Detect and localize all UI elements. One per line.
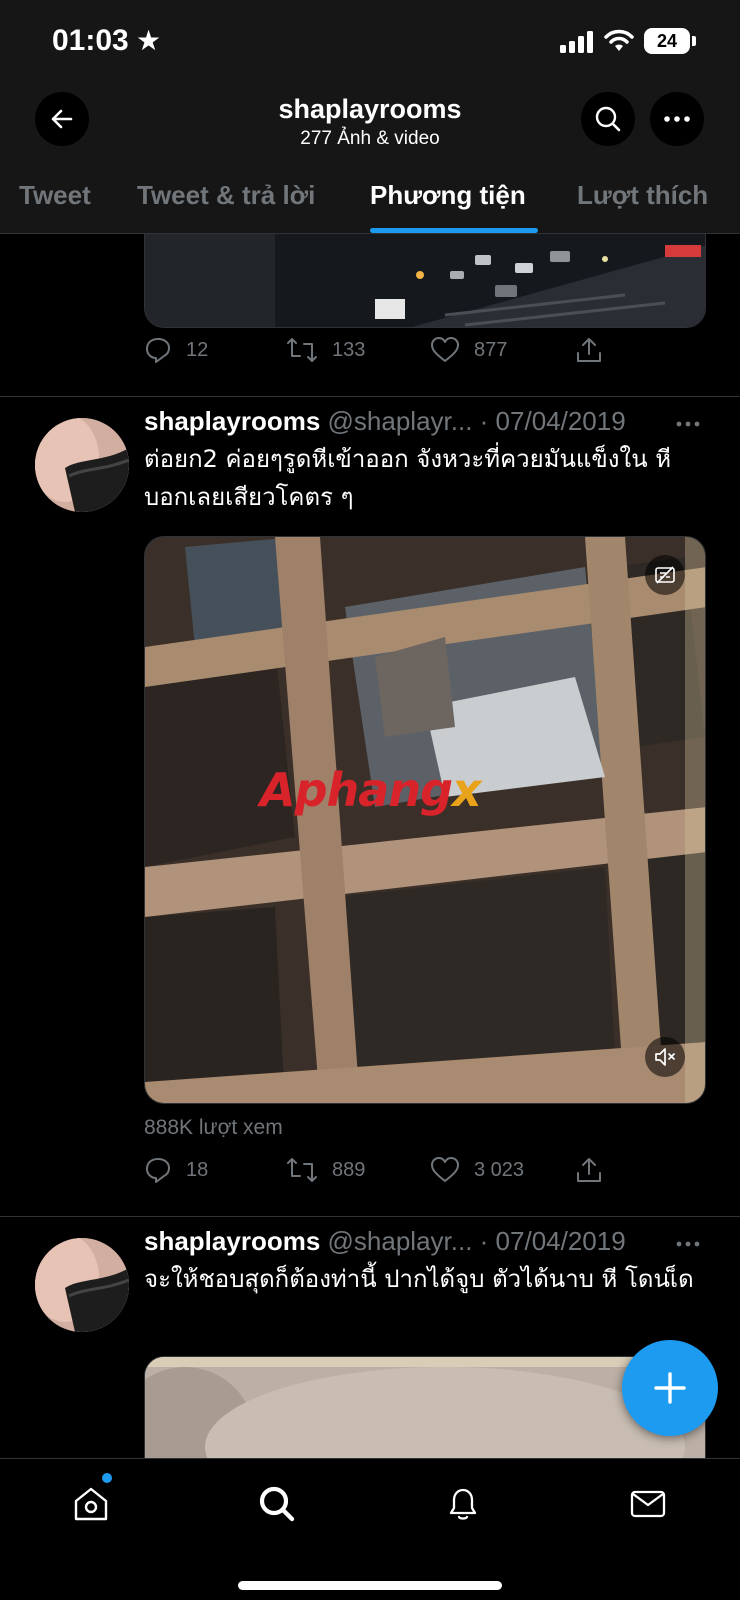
captions-off-icon <box>655 566 675 584</box>
tab-tweets-replies[interactable]: Tweet & trả lời <box>137 180 315 211</box>
bell-icon <box>449 1488 477 1520</box>
like-button[interactable]: 877 <box>430 336 507 364</box>
home-icon <box>74 1487 108 1521</box>
avatar[interactable] <box>35 418 129 512</box>
watermark-part1: Aphang <box>260 763 453 817</box>
home-indicator-bar[interactable] <box>238 1581 502 1590</box>
tweet-image[interactable] <box>144 234 706 328</box>
reply-button[interactable]: 18 <box>144 1156 208 1184</box>
battery-indicator: 24 <box>644 28 690 54</box>
more-horizontal-icon <box>676 421 700 427</box>
tweet-text: ต่อยก2 ค่อยๆรูดหีเข้าออก จังหวะที่ควยมัน… <box>144 445 672 511</box>
compose-tweet-button[interactable] <box>622 1340 718 1436</box>
profile-tabs: Tweet Tweet & trả lời Phương tiện Lượt t… <box>0 158 740 234</box>
tweet-header: shaplayrooms @shaplayr... · 07/04/2019 <box>144 1226 626 1257</box>
search-icon <box>259 1486 295 1522</box>
search-button[interactable] <box>581 92 635 146</box>
retweet-icon <box>287 338 317 362</box>
video-frame <box>145 537 705 1103</box>
captions-button[interactable] <box>645 555 685 595</box>
author-handle: @shaplayr... <box>327 1226 473 1256</box>
nav-notifications[interactable] <box>440 1481 486 1527</box>
retweet-count: 889 <box>332 1158 366 1181</box>
avatar[interactable] <box>35 1238 129 1332</box>
watermark-text: Aphangx <box>260 763 482 817</box>
status-bar: 01:03 ★ 24 <box>0 0 740 88</box>
photo-preview <box>145 1357 705 1458</box>
tweet-video[interactable]: Aphangx <box>144 536 706 1104</box>
heart-icon <box>431 337 459 362</box>
tweet-more-button[interactable] <box>676 406 700 434</box>
more-horizontal-icon <box>664 116 690 122</box>
cellular-signal-icon <box>560 31 593 53</box>
share-icon <box>577 338 601 362</box>
tweet-divider <box>0 396 740 397</box>
reply-count: 12 <box>186 338 209 361</box>
profile-header: shaplayrooms 277 Ảnh & video <box>0 88 740 158</box>
author-name[interactable]: shaplayrooms <box>144 406 320 436</box>
share-button[interactable] <box>575 336 603 364</box>
speaker-muted-icon <box>655 1048 675 1066</box>
bottom-navigation <box>0 1458 740 1600</box>
reply-icon <box>146 1158 170 1183</box>
avatar-photo <box>35 1238 129 1332</box>
battery-tip <box>692 36 696 46</box>
tweet-date: · 07/04/2019 <box>479 1226 626 1256</box>
share-button[interactable] <box>575 1156 603 1184</box>
more-button[interactable] <box>650 92 704 146</box>
retweet-icon <box>287 1158 317 1182</box>
tweet-date: · 07/04/2019 <box>479 406 626 436</box>
retweet-button[interactable]: 133 <box>286 336 365 364</box>
like-button[interactable]: 3 023 <box>430 1156 524 1184</box>
reply-icon <box>146 338 170 363</box>
tweet-more-button[interactable] <box>676 1226 700 1254</box>
avatar-photo <box>35 418 129 512</box>
reply-button[interactable]: 12 <box>144 336 208 364</box>
tweet-header: shaplayrooms @shaplayr... · 07/04/2019 <box>144 406 626 437</box>
plus-icon <box>654 1372 686 1404</box>
like-count: 3 023 <box>474 1158 525 1181</box>
active-tab-indicator <box>370 228 538 233</box>
more-horizontal-icon <box>676 1241 700 1247</box>
like-count: 877 <box>474 338 508 361</box>
nav-messages[interactable] <box>625 1481 671 1527</box>
author-handle: @shaplayr... <box>327 406 473 436</box>
tab-likes[interactable]: Lượt thích <box>577 180 708 211</box>
media-feed[interactable]: 12 133 877 shaplayrooms @shaplayr... · 0… <box>0 234 740 1458</box>
tab-tweets[interactable]: Tweet <box>19 180 91 211</box>
heart-icon <box>431 1157 459 1182</box>
wifi-icon <box>604 29 634 51</box>
author-name[interactable]: shaplayrooms <box>144 1226 320 1256</box>
reply-count: 18 <box>186 1158 209 1181</box>
status-time: 01:03 <box>52 24 129 57</box>
nav-search[interactable] <box>254 1481 300 1527</box>
tweet-image[interactable] <box>144 1356 706 1458</box>
retweet-button[interactable]: 889 <box>286 1156 365 1184</box>
search-icon <box>595 106 621 132</box>
retweet-count: 133 <box>332 338 366 361</box>
mute-button[interactable] <box>645 1037 685 1077</box>
tweet-text: จะให้ชอบสุดก็ต้องท่านี้ ปากได้จูบ ตัวได้… <box>144 1265 694 1293</box>
view-count: 888K lượt xem <box>144 1116 283 1139</box>
mail-icon <box>630 1490 666 1518</box>
share-icon <box>577 1158 601 1182</box>
star-icon: ★ <box>136 25 162 56</box>
city-night-photo <box>145 234 705 327</box>
notification-dot <box>102 1473 112 1483</box>
tweet-divider <box>0 1216 740 1217</box>
nav-home[interactable] <box>68 1481 114 1527</box>
watermark-part2: x <box>452 763 482 817</box>
tab-media[interactable]: Phương tiện <box>370 180 526 211</box>
